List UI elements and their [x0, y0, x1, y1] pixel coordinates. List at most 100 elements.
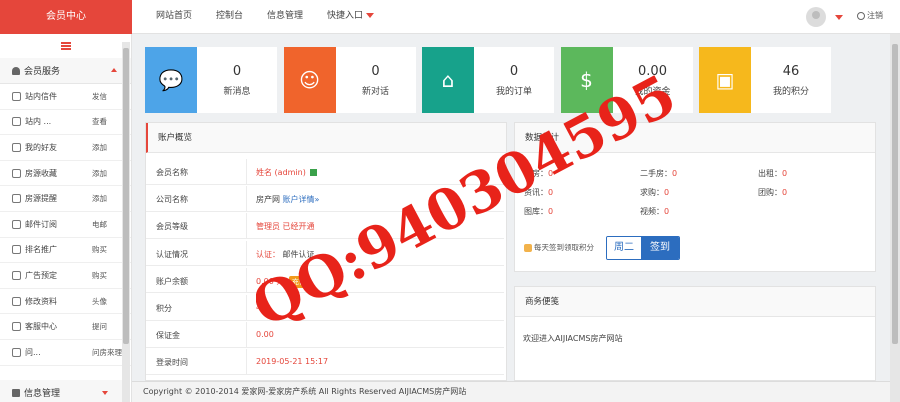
row-value: 0.00 — [256, 330, 274, 339]
sidebar-item[interactable]: 客服中心 提问 — [0, 314, 131, 340]
recharge-button[interactable]: 充值 — [288, 275, 309, 288]
stat-cell[interactable]: 二手房：0 — [640, 168, 677, 179]
sidebar-item-action[interactable]: 电邮 — [92, 219, 107, 230]
stat-cell[interactable]: 图库：0 — [524, 206, 553, 217]
nav-home[interactable]: 网站首页 — [144, 0, 204, 34]
stat-cell-label: 出租： — [758, 169, 782, 178]
sidebar-scrollbar[interactable] — [122, 42, 130, 402]
sidebar-item-action[interactable]: 头像 — [92, 296, 107, 307]
page-scrollbar[interactable] — [890, 34, 900, 402]
sidebar-item-action[interactable]: 查看 — [92, 116, 107, 127]
row-value: 46 — [256, 303, 266, 312]
sidebar-item[interactable]: 房源收藏 添加 — [0, 161, 131, 187]
support-icon — [12, 322, 21, 332]
stat-card[interactable]: ▣ 46 我的积分 — [699, 47, 831, 113]
sidebar-item[interactable]: 问... 问房來理 — [0, 340, 131, 366]
row-value-text: 0.00 — [256, 330, 274, 340]
stat-cell[interactable]: 资讯：0 — [524, 187, 553, 198]
chevron-up-icon — [111, 68, 117, 72]
logout-button[interactable]: 注销 — [857, 10, 883, 21]
sidebar-item[interactable]: 房源提醒 添加 — [0, 186, 131, 212]
sidebar-item-action[interactable]: 添加 — [92, 142, 107, 153]
table-row: 保证金 0.00 — [146, 322, 504, 348]
sidebar-item-action[interactable]: 添加 — [92, 193, 107, 204]
nav-quick-entry-label: 快捷入口 — [327, 11, 364, 21]
power-icon — [857, 11, 865, 20]
sidebar-item-action[interactable]: 购买 — [92, 244, 107, 255]
sidebar-item[interactable]: 修改资料 头像 — [0, 289, 131, 315]
sidebar-item[interactable]: 站内 ... 查看 — [0, 110, 131, 136]
sidebar-item-action[interactable]: 添加 — [92, 168, 107, 179]
stat-card-label: 新消息 — [223, 87, 251, 97]
nav-console[interactable]: 控制台 — [204, 0, 255, 34]
footer: Copyright © 2010-2014 爱家网-爱家房产系统 All Rig… — [132, 381, 890, 402]
sidebar-item[interactable]: 邮件订阅 电邮 — [0, 212, 131, 238]
star-icon — [12, 168, 21, 178]
sidebar-item[interactable]: 排名推广 购买 — [0, 238, 131, 264]
stat-card-label: 我的资金 — [634, 87, 671, 97]
stat-cell[interactable]: 视频：0 — [640, 206, 669, 217]
table-row: 会员等级 管理员 已经开通 — [146, 213, 504, 239]
stat-cell[interactable]: 出租：0 — [758, 168, 787, 179]
stat-cell[interactable]: 新房：0 — [524, 168, 553, 179]
row-divider — [246, 240, 247, 266]
stat-card[interactable]: ⌂ 0 我的订单 — [422, 47, 554, 113]
stat-card[interactable]: 💬 0 新消息 — [145, 47, 277, 113]
sidebar-group-label: 会员服务 — [24, 67, 61, 77]
stat-cell[interactable]: 求购：0 — [640, 187, 669, 198]
stat-cell-value: 0 — [664, 188, 670, 197]
row-value-text: 0.00 元 — [256, 276, 285, 286]
sidebar-group-member-service[interactable]: 会员服务 — [0, 58, 131, 84]
sidebar-item-action[interactable]: 发信 — [92, 91, 107, 102]
sidebar-item-label: 修改资料 — [25, 296, 57, 306]
mail-icon — [12, 91, 21, 101]
sidebar-group-label: 信息管理 — [24, 389, 61, 399]
row-divider — [246, 267, 247, 293]
row-key: 公司名称 — [156, 195, 188, 205]
row-value: 认证： 邮件认证 — [256, 249, 315, 260]
sign-hint-text: 每天签到领取积分 — [534, 243, 594, 252]
email-verify-link[interactable]: 邮件认证 — [283, 250, 315, 259]
hand-icon — [524, 244, 532, 252]
stat-cell-label: 新房： — [524, 169, 548, 178]
sidebar-item-action[interactable]: 问房來理 — [92, 347, 122, 358]
stat-cell[interactable]: 团购：0 — [758, 187, 787, 198]
stat-card-value: 46 — [782, 64, 800, 79]
brand-title[interactable]: 会员中心 — [0, 0, 132, 34]
sidebar: 会员服务 站内信件 发信站内 ... 查看我的好友 添加 房源收藏 添加 房源提醒 添加 邮件订… — [0, 34, 132, 402]
sidebar-item-label: 站内 ... — [25, 117, 52, 127]
message-icon: 💬 — [158, 68, 184, 92]
nav-quick-entry[interactable]: 快捷入口 — [315, 0, 386, 34]
sidebar-item-action[interactable]: 购买 — [92, 270, 107, 281]
nav-info-manage[interactable]: 信息管理 — [255, 0, 315, 34]
table-row: 登录时间 2019-05-21 15:17 — [146, 349, 504, 375]
user-icon — [12, 142, 21, 152]
sidebar-item[interactable]: 我的好友 添加 — [0, 135, 131, 161]
row-value-text: 46 — [256, 303, 267, 312]
sidebar-item-label: 客服中心 — [25, 322, 57, 332]
gift-icon: ▣ — [715, 68, 735, 92]
row-key: 账户余额 — [156, 276, 188, 286]
stat-card-tile: ⌂ — [422, 47, 474, 113]
panel-title: 商务便笺 — [515, 287, 875, 317]
question-icon — [12, 347, 21, 357]
stat-cell-value: 0 — [782, 169, 788, 178]
stat-card-tile: $ — [560, 47, 613, 113]
sign-in-button[interactable]: 周二 签到 — [606, 236, 680, 260]
stat-card[interactable]: $0.00 我的资金 — [560, 47, 693, 113]
stat-card-value: 0.00 — [638, 64, 667, 79]
avatar[interactable] — [806, 7, 826, 27]
table-row: 会员名称 姓名 (admin) — [146, 159, 504, 185]
stat-card[interactable]: ☺ 0 新对话 — [283, 47, 416, 113]
menu-toggle[interactable] — [0, 34, 131, 58]
stat-cell-value: 0 — [548, 169, 554, 178]
chevron-down-icon[interactable] — [835, 15, 843, 20]
account-detail-link[interactable]: 账户详情» — [283, 195, 320, 204]
sidebar-item[interactable]: 站内信件 发信 — [0, 84, 131, 110]
table-row: 认证情况 认证： 邮件认证 — [146, 240, 504, 267]
sidebar-item[interactable]: 广告预定 购买 — [0, 263, 131, 289]
sidebar-item-action[interactable]: 提问 — [92, 321, 107, 332]
sidebar-group-info-manage[interactable]: 信息管理 — [0, 380, 122, 402]
stat-card-label: 新对话 — [361, 87, 389, 97]
stat-cell-value: 0 — [664, 207, 670, 216]
